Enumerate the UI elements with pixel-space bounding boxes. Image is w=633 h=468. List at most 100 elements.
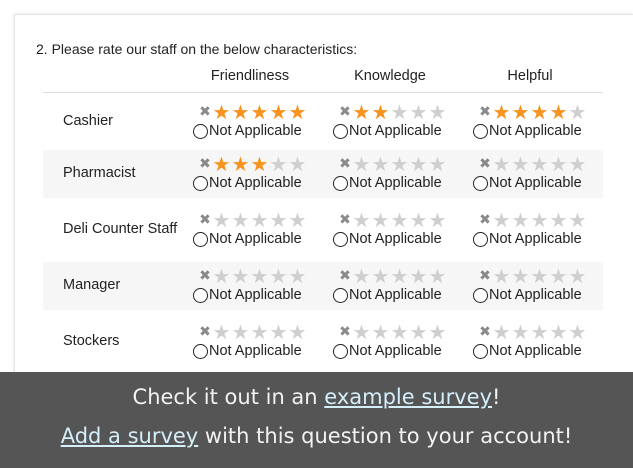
star-icon[interactable]: ★ [492,210,511,230]
star-icon[interactable]: ★ [492,102,511,122]
star-icon[interactable]: ★ [269,266,288,286]
clear-x-icon[interactable]: ✖ [338,154,352,174]
star-icon[interactable]: ★ [371,266,390,286]
not-applicable-option[interactable]: Not Applicable [333,174,442,192]
star-icon[interactable]: ★ [492,154,511,174]
clear-x-icon[interactable]: ✖ [338,322,352,342]
star-icon[interactable]: ★ [549,102,568,122]
star-icon[interactable]: ★ [549,154,568,174]
clear-x-icon[interactable]: ✖ [198,266,212,286]
star-icon[interactable]: ★ [409,102,428,122]
clear-x-icon[interactable]: ✖ [478,322,492,342]
radio-button[interactable] [193,231,208,247]
not-applicable-option[interactable]: Not Applicable [333,122,442,140]
star-icon[interactable]: ★ [212,210,231,230]
star-icon[interactable]: ★ [269,210,288,230]
star-icon[interactable]: ★ [269,322,288,342]
radio-button[interactable] [193,123,208,139]
star-icon[interactable]: ★ [288,266,307,286]
radio-button[interactable] [473,231,488,247]
star-icon[interactable]: ★ [568,322,587,342]
star-icon[interactable]: ★ [212,322,231,342]
star-icon[interactable]: ★ [428,322,447,342]
not-applicable-option[interactable]: Not Applicable [193,122,302,140]
star-icon[interactable]: ★ [212,154,231,174]
not-applicable-option[interactable]: Not Applicable [333,286,442,304]
not-applicable-option[interactable]: Not Applicable [193,342,302,360]
star-icon[interactable]: ★ [390,210,409,230]
star-icon[interactable]: ★ [492,266,511,286]
star-icon[interactable]: ★ [549,266,568,286]
star-icon[interactable]: ★ [568,102,587,122]
star-icon[interactable]: ★ [530,266,549,286]
star-icon[interactable]: ★ [511,322,530,342]
not-applicable-option[interactable]: Not Applicable [333,342,442,360]
star-icon[interactable]: ★ [371,102,390,122]
star-icon[interactable]: ★ [511,210,530,230]
clear-x-icon[interactable]: ✖ [198,210,212,230]
radio-button[interactable] [473,343,488,359]
not-applicable-option[interactable]: Not Applicable [473,342,582,360]
star-icon[interactable]: ★ [511,266,530,286]
star-icon[interactable]: ★ [549,210,568,230]
radio-button[interactable] [473,287,488,303]
clear-x-icon[interactable]: ✖ [478,102,492,122]
clear-x-icon[interactable]: ✖ [478,210,492,230]
star-icon[interactable]: ★ [231,266,250,286]
star-icon[interactable]: ★ [250,154,269,174]
clear-x-icon[interactable]: ✖ [198,322,212,342]
clear-x-icon[interactable]: ✖ [338,266,352,286]
not-applicable-option[interactable]: Not Applicable [193,286,302,304]
radio-button[interactable] [473,123,488,139]
star-icon[interactable]: ★ [390,322,409,342]
star-icon[interactable]: ★ [371,154,390,174]
radio-button[interactable] [333,123,348,139]
star-icon[interactable]: ★ [530,102,549,122]
star-icon[interactable]: ★ [250,102,269,122]
star-icon[interactable]: ★ [352,266,371,286]
star-icon[interactable]: ★ [428,266,447,286]
radio-button[interactable] [193,175,208,191]
radio-button[interactable] [193,343,208,359]
clear-x-icon[interactable]: ✖ [478,154,492,174]
star-icon[interactable]: ★ [409,210,428,230]
star-icon[interactable]: ★ [371,322,390,342]
star-icon[interactable]: ★ [352,154,371,174]
star-icon[interactable]: ★ [212,266,231,286]
star-icon[interactable]: ★ [409,154,428,174]
star-icon[interactable]: ★ [231,154,250,174]
star-icon[interactable]: ★ [428,102,447,122]
star-icon[interactable]: ★ [288,322,307,342]
add-survey-link[interactable]: Add a survey [61,424,199,448]
not-applicable-option[interactable]: Not Applicable [193,230,302,248]
star-icon[interactable]: ★ [231,102,250,122]
star-icon[interactable]: ★ [492,322,511,342]
star-icon[interactable]: ★ [428,210,447,230]
star-icon[interactable]: ★ [511,102,530,122]
star-icon[interactable]: ★ [250,322,269,342]
radio-button[interactable] [193,287,208,303]
star-icon[interactable]: ★ [409,266,428,286]
star-icon[interactable]: ★ [250,210,269,230]
not-applicable-option[interactable]: Not Applicable [333,230,442,248]
star-icon[interactable]: ★ [530,210,549,230]
radio-button[interactable] [333,231,348,247]
not-applicable-option[interactable]: Not Applicable [473,122,582,140]
not-applicable-option[interactable]: Not Applicable [193,174,302,192]
clear-x-icon[interactable]: ✖ [198,102,212,122]
star-icon[interactable]: ★ [549,322,568,342]
star-icon[interactable]: ★ [352,322,371,342]
not-applicable-option[interactable]: Not Applicable [473,174,582,192]
star-icon[interactable]: ★ [231,210,250,230]
star-icon[interactable]: ★ [428,154,447,174]
radio-button[interactable] [333,175,348,191]
clear-x-icon[interactable]: ✖ [478,266,492,286]
star-icon[interactable]: ★ [288,210,307,230]
not-applicable-option[interactable]: Not Applicable [473,230,582,248]
star-icon[interactable]: ★ [568,210,587,230]
radio-button[interactable] [333,343,348,359]
clear-x-icon[interactable]: ✖ [338,210,352,230]
star-icon[interactable]: ★ [511,154,530,174]
star-icon[interactable]: ★ [288,102,307,122]
star-icon[interactable]: ★ [212,102,231,122]
